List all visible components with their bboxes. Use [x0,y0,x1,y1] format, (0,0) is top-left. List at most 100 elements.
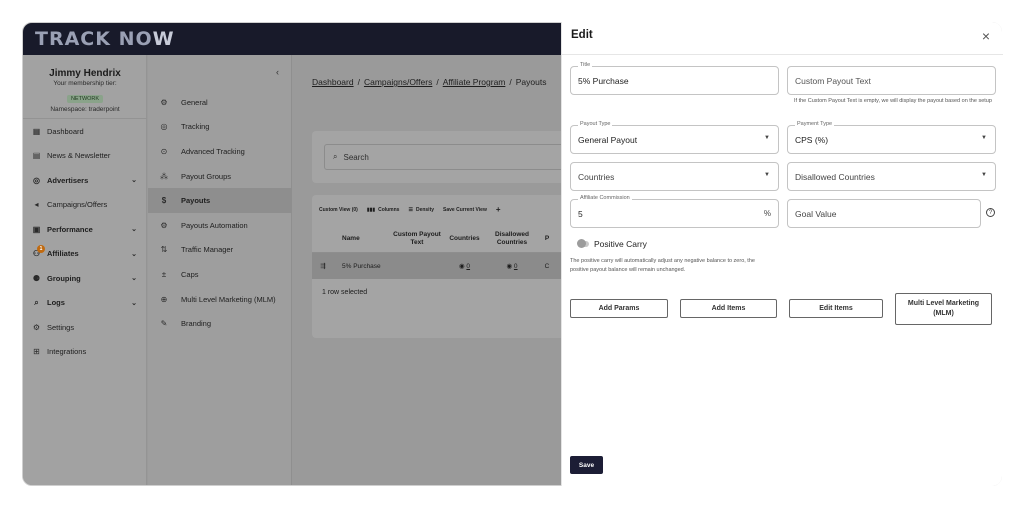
save-view-button[interactable]: Save Current View [443,207,487,213]
subnav-item-general[interactable]: ⚙ General [148,90,292,115]
membership-tier-badge: NETWORK [66,95,104,103]
breadcrumb-affiliate-program[interactable]: Affiliate Program [443,77,506,87]
search-input[interactable]: ⌕ Search [324,144,564,170]
affiliate-commission-field[interactable]: Affiliate Commission 5 % [570,195,779,228]
sidebar-item-label: News & Newsletter [47,151,111,161]
logs-icon: ⌕ [34,298,39,308]
dropdown-arrow-icon: ▼ [981,135,987,141]
sidebar-item-affiliates[interactable]: 1 ⚇ Affiliates ⌄ [23,242,147,267]
subnav-item-payouts[interactable]: $ Payouts [148,188,292,213]
subnav-item-mlm[interactable]: ⊕ Multi Level Marketing (MLM) [148,287,292,312]
branding-icon: ✎ [160,319,168,329]
table-toolbar: Custom View (0) ▮▮▮ Columns ☰ Density Save… [319,205,501,214]
countries-placeholder: Countries [578,172,615,182]
sidebar-item-logs[interactable]: ⌕ Logs ⌄ [23,291,147,316]
dropdown-arrow-icon: ▼ [764,172,770,178]
custom-payout-text-field[interactable]: Custom Payout Text [787,66,996,95]
subnav-item-label: Tracking [181,122,210,132]
save-button[interactable]: Save [570,456,603,474]
countries-select[interactable]: Countries ▼ [570,162,779,191]
sidebar-item-settings[interactable]: ⚙ Settings [23,315,147,340]
user-card: Jimmy Hendrix Your membership tier: NETW… [23,55,147,119]
add-items-button[interactable]: Add Items [680,299,777,318]
subnav-item-payouts-automation[interactable]: ⚙ Payouts Automation [148,213,292,238]
help-icon[interactable]: ? [986,208,995,217]
column-header-custom-payout[interactable]: Custom Payout Text [392,231,442,247]
subnav-item-label: Caps [181,269,199,279]
add-params-button[interactable]: Add Params [570,299,668,318]
subnav-item-caps[interactable]: ± Caps [148,262,292,287]
chevron-down-icon[interactable]: ⌄ [131,299,137,307]
payouts-table: Custom View (0) ▮▮▮ Columns ☰ Density Save… [312,195,572,338]
panel-title: Edit [571,29,593,41]
app-logo[interactable]: TRACK NOW [35,28,175,50]
user-name: Jimmy Hendrix [49,68,121,79]
column-header-name[interactable]: Name [334,235,392,243]
sidebar-item-news[interactable]: ▤ News & Newsletter [23,144,147,169]
subnav-item-label: Payouts [181,196,211,206]
search-placeholder: Search [343,152,369,162]
drag-handle-icon[interactable]: ⇶ [312,262,334,270]
sidebar-item-grouping[interactable]: ⚈ Grouping ⌄ [23,266,147,291]
sidebar-item-label: Integrations [47,347,87,357]
column-header-more[interactable]: P [537,235,557,243]
chevron-down-icon[interactable]: ⌄ [131,225,137,233]
gear-icon: ⚙ [160,97,168,107]
table-header: Name Custom Payout Text Countries Disall… [312,225,572,253]
eye-icon: ◉ [458,263,465,270]
edit-items-button[interactable]: Edit Items [789,299,883,318]
payout-type-select[interactable]: Payout Type General Payout ▼ [570,121,779,154]
logo-accent: W [152,28,175,50]
panel-divider [562,54,1003,55]
mlm-button[interactable]: Multi Level Marketing (MLM) [895,293,992,325]
breadcrumb-dashboard[interactable]: Dashboard [312,77,354,87]
title-field[interactable]: Title 5% Purchase [570,62,779,95]
subnav-item-payout-groups[interactable]: ⁂ Payout Groups [148,164,292,189]
sidebar-item-advertisers[interactable]: ◎ Advertisers ⌄ [23,168,147,193]
goal-value-placeholder: Goal Value [795,209,837,219]
eye-icon: ◉ [506,263,513,270]
columns-label: Columns [378,206,400,213]
subnav-item-traffic-manager[interactable]: ⇅ Traffic Manager [148,238,292,263]
goal-value-field[interactable]: Goal Value [787,199,981,228]
add-view-button[interactable]: + [496,205,501,214]
sidebar-item-integrations[interactable]: ⊞ Integrations [23,340,147,365]
traffic-icon: ⇅ [160,245,168,255]
payment-type-select[interactable]: Payment Type CPS (%) ▼ [787,121,996,154]
subnav-item-branding[interactable]: ✎ Branding [148,311,292,336]
column-header-countries[interactable]: Countries [442,235,487,243]
advertisers-icon: ◎ [33,175,40,185]
chevron-down-icon[interactable]: ⌄ [131,250,137,258]
grouping-icon: ⚈ [32,273,41,283]
positive-carry-toggle[interactable] [577,239,589,248]
row-disallowed[interactable]: ◉ 0 [487,262,537,270]
sidebar-item-dashboard[interactable]: ▦ Dashboard [23,119,147,144]
chevron-down-icon[interactable]: ⌄ [131,176,137,184]
chevron-down-icon[interactable]: ⌄ [131,274,137,282]
sidebar-item-label: Dashboard [47,126,84,136]
namespace-label: Namespace: traderpoint [50,106,120,113]
sidebar-item-performance[interactable]: ▣ Performance ⌄ [23,217,147,242]
breadcrumb: Dashboard / Campaigns/Offers / Affiliate Pro… [312,77,546,87]
row-countries[interactable]: ◉ 0 [442,262,487,270]
title-field-value: 5% Purchase [578,76,629,86]
sidebar-item-campaigns[interactable]: ◂ Campaigns/Offers [23,193,147,218]
table-row[interactable]: ⇶ 5% Purchase ◉ 0 ◉ 0 C [312,253,572,279]
breadcrumb-campaigns[interactable]: Campaigns/Offers [364,77,432,87]
custom-view-button[interactable]: Custom View (0) [319,207,358,213]
density-icon: ☰ [408,206,413,213]
settings-icon: ⚙ [32,322,41,332]
columns-button[interactable]: ▮▮▮ Columns [367,207,400,213]
column-header-disallowed[interactable]: Disallowed Countries [487,231,537,247]
density-button[interactable]: ☰ Density [408,207,434,213]
close-icon[interactable]: × [982,28,990,44]
collapse-icon[interactable]: ‹ [276,67,279,77]
disallowed-countries-select[interactable]: Disallowed Countries ▼ [787,162,996,191]
search-card: ⌕ Search [312,131,572,183]
density-label: Density [415,206,435,213]
sidebar-item-label: Grouping [47,273,81,283]
subnav-item-advanced-tracking[interactable]: ⊙ Advanced Tracking [148,139,292,164]
sidebar-item-label: Logs [47,298,65,308]
custom-payout-helper: If the Custom Payout Text is empty, we w… [794,98,992,104]
subnav-item-tracking[interactable]: ◎ Tracking [148,115,292,140]
